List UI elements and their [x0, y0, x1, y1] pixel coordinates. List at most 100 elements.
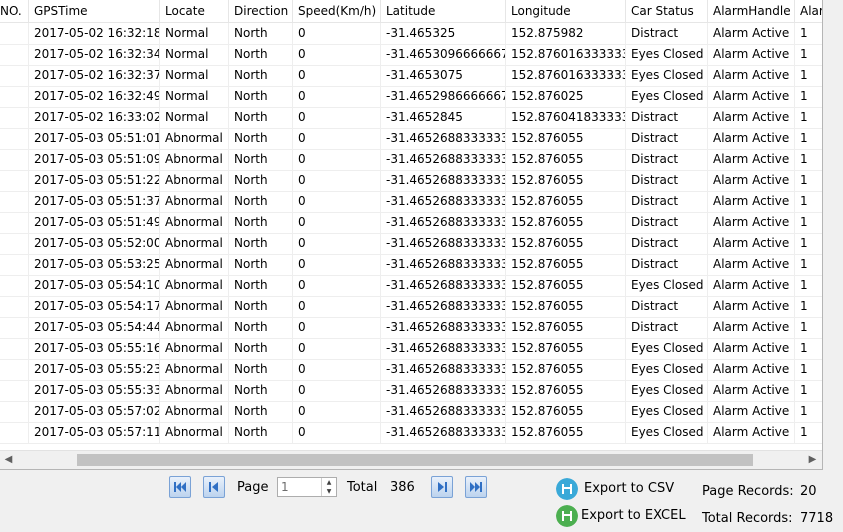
column-header-car-status[interactable]: Car Status: [626, 0, 708, 22]
table-row[interactable]: 2017-05-03 05:51:37 Abnormal North 0 -31.465…: [0, 191, 822, 213]
cell-direction: North: [229, 23, 293, 44]
cell-no: [0, 233, 29, 254]
cell-latitude: -31.4652688333333: [381, 149, 506, 170]
grid-header: NO. GPSTime Locate Direction Speed(Km/h) Lati…: [0, 0, 822, 23]
cell-car-status: Eyes Closed: [626, 380, 708, 401]
cell-alarm: 1: [795, 233, 822, 254]
cell-latitude: -31.4652688333333: [381, 233, 506, 254]
column-header-speed[interactable]: Speed(Km/h): [293, 0, 381, 22]
cell-locate: Abnormal: [160, 254, 229, 275]
scroll-left-arrow-icon[interactable]: ◀: [0, 451, 17, 469]
cell-longitude: 152.876055: [506, 422, 626, 443]
column-header-longitude[interactable]: Longitude: [506, 0, 626, 22]
column-header-locate[interactable]: Locate: [160, 0, 229, 22]
table-row[interactable]: 2017-05-03 05:51:22 Abnormal North 0 -31.465…: [0, 170, 822, 192]
table-row[interactable]: 2017-05-03 05:53:25 Abnormal North 0 -31.465…: [0, 254, 822, 276]
table-row[interactable]: 2017-05-02 16:32:18 Normal North 0 -31.46532…: [0, 23, 822, 45]
column-header-gpstime[interactable]: GPSTime: [29, 0, 160, 22]
cell-latitude: -31.4652688333333: [381, 296, 506, 317]
table-row[interactable]: 2017-05-03 05:57:11 Abnormal North 0 -31.465…: [0, 422, 822, 444]
cell-alarm-handle: Alarm Active: [708, 170, 795, 191]
table-row[interactable]: 2017-05-03 05:51:01 Abnormal North 0 -31.465…: [0, 128, 822, 150]
cell-locate: Normal: [160, 86, 229, 107]
table-row[interactable]: 2017-05-03 05:54:10 Abnormal North 0 -31.465…: [0, 275, 822, 297]
cell-car-status: Eyes Closed: [626, 65, 708, 86]
table-row[interactable]: 2017-05-03 05:55:23 Abnormal North 0 -31.465…: [0, 359, 822, 381]
cell-car-status: Eyes Closed: [626, 275, 708, 296]
cell-locate: Abnormal: [160, 401, 229, 422]
previous-page-button[interactable]: [203, 476, 225, 498]
cell-speed: 0: [293, 212, 381, 233]
cell-latitude: -31.4653075: [381, 65, 506, 86]
scroll-right-arrow-icon[interactable]: ▶: [804, 451, 821, 469]
table-row[interactable]: 2017-05-03 05:51:49 Abnormal North 0 -31.465…: [0, 212, 822, 234]
cell-longitude: 152.876016333333: [506, 44, 626, 65]
next-page-button[interactable]: [431, 476, 453, 498]
cell-direction: North: [229, 233, 293, 254]
spin-down-icon[interactable]: ▼: [322, 487, 336, 496]
cell-longitude: 152.876055: [506, 359, 626, 380]
column-header-alarm[interactable]: Alar: [795, 0, 822, 22]
table-row[interactable]: 2017-05-02 16:32:34 Normal North 0 -31.46530…: [0, 44, 822, 66]
cell-latitude: -31.4652688333333: [381, 128, 506, 149]
table-row[interactable]: 2017-05-03 05:55:16 Abnormal North 0 -31.465…: [0, 338, 822, 360]
last-page-button[interactable]: [465, 476, 487, 498]
cell-locate: Abnormal: [160, 170, 229, 191]
cell-alarm-handle: Alarm Active: [708, 233, 795, 254]
table-row[interactable]: 2017-05-03 05:54:44 Abnormal North 0 -31.465…: [0, 317, 822, 339]
cell-direction: North: [229, 191, 293, 212]
first-page-icon: [174, 482, 186, 492]
column-header-no[interactable]: NO.: [0, 0, 29, 22]
cell-gpstime: 2017-05-03 05:53:25: [29, 254, 160, 275]
scrollbar-thumb[interactable]: [77, 454, 753, 466]
column-header-latitude[interactable]: Latitude: [381, 0, 506, 22]
cell-car-status: Eyes Closed: [626, 44, 708, 65]
cell-direction: North: [229, 317, 293, 338]
cell-longitude: 152.875982: [506, 23, 626, 44]
cell-gpstime: 2017-05-03 05:54:17: [29, 296, 160, 317]
cell-longitude: 152.876055: [506, 254, 626, 275]
cell-direction: North: [229, 254, 293, 275]
cell-speed: 0: [293, 338, 381, 359]
cell-longitude: 152.876055: [506, 149, 626, 170]
table-row[interactable]: 2017-05-03 05:57:02 Abnormal North 0 -31.465…: [0, 401, 822, 423]
cell-no: [0, 401, 29, 422]
export-csv-button[interactable]: Export to CSV: [556, 478, 676, 500]
cell-speed: 0: [293, 128, 381, 149]
table-row[interactable]: 2017-05-03 05:55:33 Abnormal North 0 -31.465…: [0, 380, 822, 402]
table-row[interactable]: 2017-05-03 05:54:17 Abnormal North 0 -31.465…: [0, 296, 822, 318]
cell-car-status: Distract: [626, 191, 708, 212]
table-row[interactable]: 2017-05-03 05:52:00 Abnormal North 0 -31.465…: [0, 233, 822, 255]
export-excel-button[interactable]: Export to EXCEL: [556, 505, 686, 527]
cell-longitude: 152.876055: [506, 233, 626, 254]
cell-no: [0, 149, 29, 170]
table-row[interactable]: 2017-05-02 16:33:02 Normal North 0 -31.46528…: [0, 107, 822, 129]
cell-no: [0, 296, 29, 317]
previous-page-icon: [209, 482, 218, 492]
cell-longitude: 152.876055: [506, 170, 626, 191]
horizontal-scrollbar[interactable]: ◀ ▶: [0, 450, 822, 469]
cell-longitude: 152.876055: [506, 338, 626, 359]
table-row[interactable]: 2017-05-02 16:32:37 Normal North 0 -31.46530…: [0, 65, 822, 87]
column-header-direction[interactable]: Direction: [229, 0, 293, 22]
spin-up-icon[interactable]: ▲: [322, 478, 336, 487]
floppy-disk-icon: [556, 478, 578, 500]
last-page-icon: [470, 482, 482, 492]
page-stepper[interactable]: ▲ ▼: [277, 477, 337, 497]
page-spin-buttons[interactable]: ▲ ▼: [321, 478, 336, 496]
records-grid[interactable]: NO. GPSTime Locate Direction Speed(Km/h) Lati…: [0, 0, 823, 470]
cell-alarm-handle: Alarm Active: [708, 254, 795, 275]
cell-gpstime: 2017-05-02 16:32:37: [29, 65, 160, 86]
cell-no: [0, 107, 29, 128]
first-page-button[interactable]: [169, 476, 191, 498]
cell-speed: 0: [293, 86, 381, 107]
cell-alarm-handle: Alarm Active: [708, 44, 795, 65]
cell-direction: North: [229, 170, 293, 191]
table-row[interactable]: 2017-05-02 16:32:49 Normal North 0 -31.46529…: [0, 86, 822, 108]
cell-alarm-handle: Alarm Active: [708, 422, 795, 443]
cell-gpstime: 2017-05-03 05:55:33: [29, 380, 160, 401]
table-row[interactable]: 2017-05-03 05:51:09 Abnormal North 0 -31.465…: [0, 149, 822, 171]
cell-alarm: 1: [795, 86, 822, 107]
cell-speed: 0: [293, 275, 381, 296]
column-header-alarm-handle[interactable]: AlarmHandle: [708, 0, 795, 22]
